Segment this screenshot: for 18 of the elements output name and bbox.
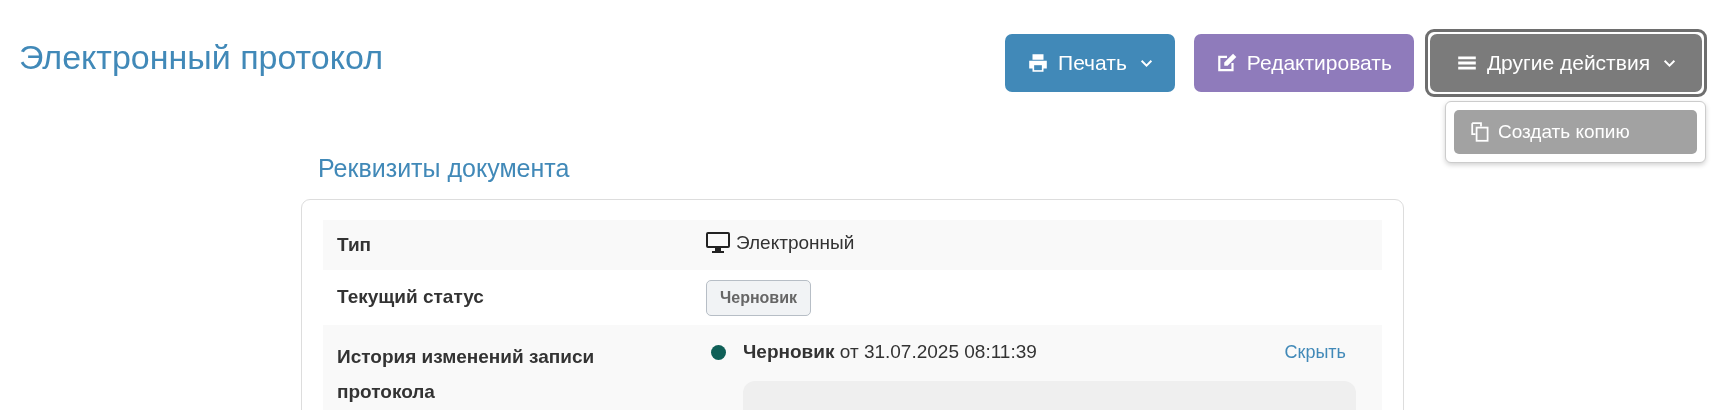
field-label: История изменений записи протокола [337,345,596,404]
hide-link[interactable]: Скрыть [1284,339,1346,365]
menu-item[interactable]: Создать копию [1454,110,1697,154]
action-button[interactable]: Другие действия [1429,34,1702,92]
history-entry: Черновик от 31.07.2025 08:11:39 [743,340,1037,364]
field-label: Тип [337,233,373,257]
field-label: Текущий статус [337,286,485,309]
caret-icon [1663,58,1676,68]
printer-icon [1027,52,1050,74]
status-badge: Черновик [706,279,812,316]
caret-icon [1139,58,1153,68]
field-value: Электронный [736,231,855,254]
section-title: Реквизиты документа [318,154,571,183]
action-button[interactable]: Печать [1005,34,1175,92]
page-title: Электронный протокол [19,38,383,77]
action-button[interactable]: Редактировать [1193,34,1414,92]
monitor-icon [706,231,730,254]
edit-icon [1215,52,1238,74]
